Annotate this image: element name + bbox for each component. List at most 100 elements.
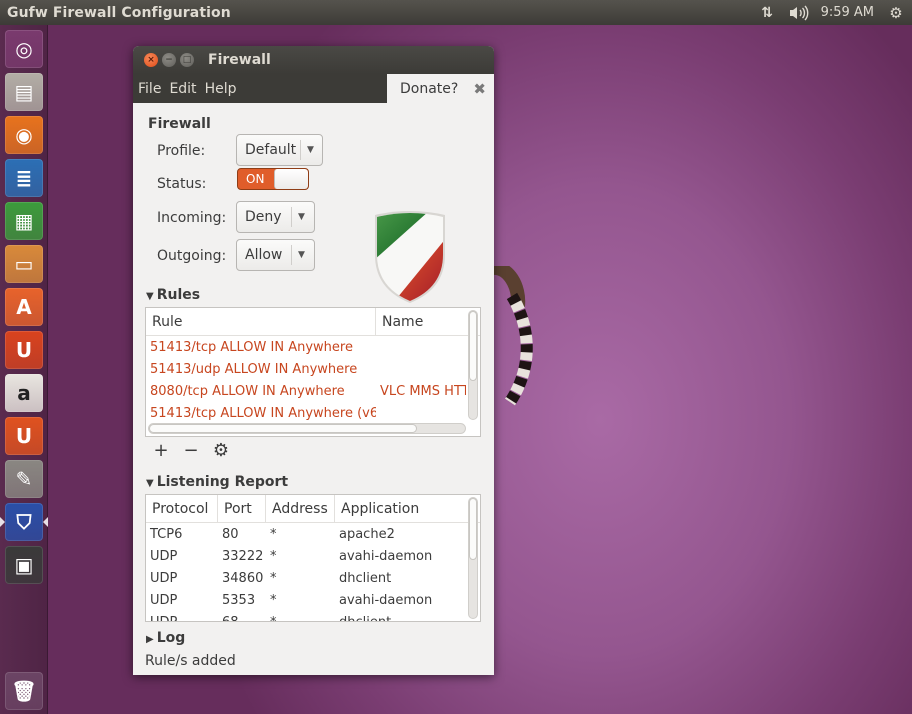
listening-row[interactable]: UDP 34860 * dhclient (146, 567, 480, 589)
remove-rule-button[interactable]: − (181, 442, 201, 460)
launcher-libreoffice-writer[interactable]: ≣ (5, 159, 43, 197)
rules-table: Rule Name 51413/tcp ALLOW IN Anywhere 514… (145, 307, 481, 437)
incoming-value: Deny (245, 209, 282, 225)
rule-cell: 51413/tcp ALLOW IN Anywhere (150, 339, 353, 355)
firewall-window: × − □ Firewall File Edit Help Donate? ✖ … (133, 46, 494, 675)
column-header-address[interactable]: Address (266, 495, 335, 523)
listening-row[interactable]: UDP 68 * dhclient (146, 611, 480, 622)
protocol-cell: UDP (150, 570, 178, 586)
rule-cell: 8080/tcp ALLOW IN Anywhere (150, 383, 345, 399)
port-cell: 34860 (222, 570, 264, 586)
launcher-amazon[interactable]: a (5, 374, 43, 412)
window-minimize-button[interactable]: − (162, 53, 176, 67)
application-cell: avahi-daemon (339, 592, 433, 608)
incoming-combo[interactable]: Deny ▼ (236, 201, 315, 233)
rule-cell: 51413/tcp ALLOW IN Anywhere (v6) (150, 405, 376, 421)
launcher-ubuntu-one[interactable]: U (5, 331, 43, 369)
profile-value: Default (245, 142, 297, 158)
launcher-libreoffice-calc[interactable]: ▦ (5, 202, 43, 240)
address-cell: * (270, 548, 277, 564)
rule-row[interactable]: 51413/udp ALLOW IN Anywhere (146, 358, 480, 380)
firefox-icon: ◉ (15, 123, 33, 147)
protocol-cell: UDP (150, 614, 178, 622)
log-expander[interactable]: ▶ Log (146, 630, 185, 646)
close-donate-icon[interactable]: ✖ (473, 80, 486, 98)
window-content: Firewall Profile: Default ▼ Status: ON I… (133, 103, 494, 675)
status-bar-text: Rule/s added (145, 653, 236, 669)
menu-file[interactable]: File (138, 81, 161, 97)
window-titlebar[interactable]: × − □ Firewall (133, 46, 494, 74)
libreoffice-calc-icon: ▦ (14, 209, 34, 233)
launcher-libreoffice-impress[interactable]: ▭ (5, 245, 43, 283)
libreoffice-writer-icon: ≣ (15, 166, 33, 190)
menu-help[interactable]: Help (205, 81, 237, 97)
listening-report-expander[interactable]: ▼ Listening Report (146, 474, 288, 490)
donate-bar: Donate? ✖ (387, 74, 494, 103)
amazon-icon: a (17, 381, 31, 405)
rules-horizontal-scrollbar[interactable] (148, 423, 466, 434)
ubuntu-one-music-icon: U (15, 424, 33, 448)
protocol-cell: UDP (150, 548, 178, 564)
chevron-down-icon: ▼ (307, 145, 314, 155)
donate-link[interactable]: Donate? (400, 81, 458, 97)
indicator-area: ⇅ 9:59 AM ⚙ (755, 0, 912, 25)
window-title: Firewall (208, 52, 271, 68)
status-switch[interactable]: ON (237, 168, 309, 190)
chevron-down-icon: ▼ (298, 212, 305, 222)
rule-row[interactable]: 51413/tcp ALLOW IN Anywhere (146, 336, 480, 358)
listening-report-header: Protocol Port Address Application (146, 495, 480, 523)
launcher-ubuntu-one-music[interactable]: U (5, 417, 43, 455)
expander-closed-icon: ▶ (146, 634, 154, 645)
rules-table-header: Rule Name (146, 308, 480, 336)
column-header-name[interactable]: Name (376, 308, 466, 336)
launcher-system-settings[interactable]: ✎ (5, 460, 43, 498)
launcher-save-disk[interactable]: ▣ (5, 546, 43, 584)
outgoing-combo[interactable]: Allow ▼ (236, 239, 315, 271)
profile-combo[interactable]: Default ▼ (236, 134, 323, 166)
rule-settings-button[interactable]: ⚙ (211, 442, 231, 460)
menu-edit[interactable]: Edit (169, 81, 196, 97)
address-cell: * (270, 526, 277, 542)
address-cell: * (270, 592, 277, 608)
launcher-ubuntu-software-center[interactable]: A (5, 288, 43, 326)
rules-expander[interactable]: ▼ Rules (146, 287, 200, 303)
trash-icon: 🗑 (11, 679, 37, 703)
column-header-rule[interactable]: Rule (146, 308, 376, 336)
listening-row[interactable]: TCP6 80 * apache2 (146, 523, 480, 545)
log-heading: Log (156, 630, 186, 646)
launcher-firefox[interactable]: ◉ (5, 116, 43, 154)
rule-row[interactable]: 8080/tcp ALLOW IN Anywhere VLC MMS HTT (146, 380, 480, 402)
column-header-protocol[interactable]: Protocol (146, 495, 218, 523)
listening-row[interactable]: UDP 5353 * avahi-daemon (146, 589, 480, 611)
column-header-port[interactable]: Port (218, 495, 266, 523)
window-maximize-button[interactable]: □ (180, 53, 194, 67)
top-panel: Gufw Firewall Configuration ⇅ 9:59 AM ⚙ (0, 0, 912, 25)
incoming-label: Incoming: (157, 210, 227, 226)
launcher-trash[interactable]: 🗑 (5, 672, 43, 710)
dash-home-icon: ◎ (15, 37, 33, 61)
launcher-files[interactable]: ▤ (5, 73, 43, 111)
rules-vertical-scrollbar[interactable] (468, 310, 478, 420)
launcher-dash-home[interactable]: ◎ (5, 30, 43, 68)
window-close-button[interactable]: × (144, 53, 158, 67)
listening-row[interactable]: UDP 33222 * avahi-daemon (146, 545, 480, 567)
application-cell: dhclient (339, 570, 392, 586)
sound-icon[interactable] (787, 5, 811, 21)
launcher-gufw[interactable]: ⛉ (5, 503, 43, 541)
profile-label: Profile: (157, 143, 206, 159)
save-disk-icon: ▣ (14, 553, 34, 577)
add-rule-button[interactable]: + (151, 442, 171, 460)
listening-report-vertical-scrollbar[interactable] (468, 497, 478, 619)
session-gear-icon[interactable]: ⚙ (886, 4, 906, 22)
wallpaper-lemur-tail (491, 266, 533, 406)
protocol-cell: UDP (150, 592, 178, 608)
outgoing-value: Allow (245, 247, 283, 263)
network-icon[interactable]: ⇅ (755, 5, 777, 21)
protocol-cell: TCP6 (150, 526, 183, 542)
libreoffice-impress-icon: ▭ (14, 252, 34, 276)
ubuntu-software-center-icon: A (16, 295, 32, 319)
clock[interactable]: 9:59 AM (821, 5, 874, 20)
column-header-application[interactable]: Application (335, 495, 465, 523)
rule-row[interactable]: 51413/tcp ALLOW IN Anywhere (v6) (146, 402, 480, 424)
listening-report-heading: Listening Report (156, 474, 289, 490)
